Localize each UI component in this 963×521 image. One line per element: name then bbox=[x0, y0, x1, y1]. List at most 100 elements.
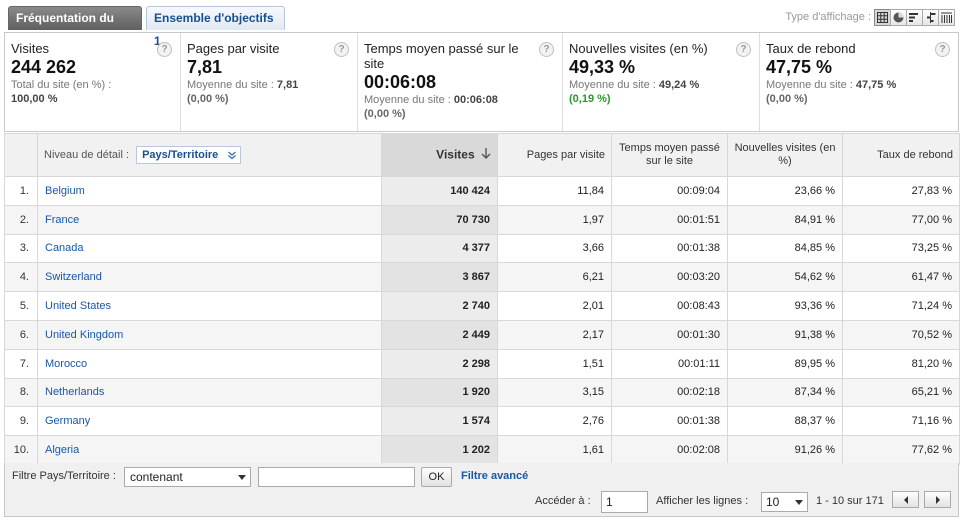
country-link[interactable]: France bbox=[45, 214, 79, 226]
cell-avg-time: 00:01:11 bbox=[611, 348, 728, 379]
country-link[interactable]: Morocco bbox=[45, 358, 87, 370]
goto-input[interactable]: 1 bbox=[601, 491, 648, 513]
country-cell: Germany bbox=[37, 406, 382, 437]
country-link[interactable]: Switzerland bbox=[45, 271, 102, 283]
pivot-view-icon[interactable] bbox=[938, 8, 955, 26]
scorecard-new-visits: Nouvelles visites (en %) 49,33 % Moyenne… bbox=[563, 33, 760, 131]
country-link[interactable]: Algeria bbox=[45, 444, 79, 456]
cell-pages-per-visit: 1,51 bbox=[497, 348, 612, 379]
cell-bounce-rate: 65,21 % bbox=[842, 377, 960, 408]
column-header-label: Visites bbox=[436, 147, 475, 162]
sort-desc-icon bbox=[481, 147, 491, 163]
scorecard-subtitle: Total du site (en %) : bbox=[11, 79, 112, 91]
rows-select[interactable]: 10 bbox=[761, 492, 808, 512]
cell-pages-per-visit: 11,84 bbox=[497, 176, 612, 206]
advanced-filter-link[interactable]: Filtre avancé bbox=[461, 470, 528, 482]
filter-mode-select[interactable]: contenant bbox=[124, 467, 251, 487]
comparison-view-icon[interactable] bbox=[922, 8, 939, 26]
scorecard-value: 00:06:08 bbox=[364, 72, 437, 92]
cell-avg-time: 00:01:51 bbox=[611, 204, 728, 235]
scorecard-title: Visites bbox=[11, 41, 50, 56]
cell-bounce-rate: 77,62 % bbox=[842, 435, 960, 465]
cell-bounce-rate: 70,52 % bbox=[842, 319, 960, 350]
scorecard-subvalue: 47,75 % bbox=[855, 79, 897, 91]
cell-avg-time: 00:01:38 bbox=[611, 406, 728, 437]
cell-new-visits: 89,95 % bbox=[727, 348, 843, 379]
help-icon[interactable]: ? bbox=[157, 42, 172, 57]
help-icon[interactable]: ? bbox=[539, 42, 554, 57]
filter-input[interactable] bbox=[258, 467, 415, 487]
column-header-bounce-rate[interactable]: Taux de rebond bbox=[842, 133, 960, 177]
dimension-select[interactable]: Pays/Territoire bbox=[136, 146, 242, 164]
help-icon[interactable]: ? bbox=[334, 42, 349, 57]
scorecard-value: 7,81 bbox=[187, 57, 223, 77]
row-index: 5. bbox=[4, 291, 38, 321]
row-index: 2. bbox=[4, 204, 38, 235]
tab-site-usage[interactable]: Fréquentation du site bbox=[8, 6, 142, 48]
country-link[interactable]: Netherlands bbox=[45, 386, 104, 398]
scorecard-subvalue: 49,24 % bbox=[658, 79, 700, 91]
table-row: 6. United Kingdom 2 449 2,17 00:01:30 91,38 %… bbox=[4, 319, 960, 350]
index-header bbox=[4, 133, 38, 177]
country-link[interactable]: Germany bbox=[45, 415, 90, 427]
bar-view-icon[interactable] bbox=[906, 8, 923, 26]
cell-new-visits: 91,38 % bbox=[727, 319, 843, 350]
country-link[interactable]: Canada bbox=[45, 242, 84, 254]
view-type-switcher: Type d'affichage : bbox=[785, 7, 955, 27]
tab-bar: Fréquentation du site Ensemble d'objecti… bbox=[0, 0, 963, 48]
rows-select-value: 10 bbox=[766, 495, 780, 509]
country-link[interactable]: United States bbox=[45, 300, 111, 312]
cell-visits: 140 424 bbox=[381, 176, 498, 206]
cell-avg-time: 00:09:04 bbox=[611, 176, 728, 206]
tab-goal-set-1[interactable]: Ensemble d'objectifs 1 bbox=[146, 6, 285, 48]
pie-view-icon[interactable] bbox=[890, 8, 907, 26]
country-cell: United Kingdom bbox=[37, 319, 382, 350]
column-header-pages-per-visit[interactable]: Pages par visite bbox=[497, 133, 612, 177]
row-index: 10. bbox=[4, 435, 38, 465]
cell-bounce-rate: 61,47 % bbox=[842, 262, 960, 293]
cell-visits: 1 574 bbox=[381, 406, 498, 437]
previous-page-button[interactable] bbox=[892, 491, 919, 508]
cell-bounce-rate: 77,00 % bbox=[842, 204, 960, 235]
scorecard-subvalue: 7,81 bbox=[276, 79, 299, 91]
column-header-new-visits[interactable]: Nouvelles visites (en %) bbox=[727, 133, 843, 177]
row-index: 4. bbox=[4, 262, 38, 293]
dimension-header: Niveau de détail : Pays/Territoire bbox=[37, 133, 382, 177]
table-body: 1. Belgium 140 424 11,84 00:09:04 23,66 % 27,8… bbox=[4, 176, 960, 465]
cell-pages-per-visit: 1,61 bbox=[497, 435, 612, 465]
scorecard-title: Nouvelles visites (en %) bbox=[569, 41, 708, 56]
ok-button[interactable]: OK bbox=[421, 467, 452, 487]
column-header-avg-time[interactable]: Temps moyen passé sur le site bbox=[611, 133, 728, 177]
country-cell: France bbox=[37, 204, 382, 235]
scorecard-value: 49,33 % bbox=[569, 57, 636, 77]
cell-visits: 1 920 bbox=[381, 377, 498, 408]
table-row: 2. France 70 730 1,97 00:01:51 84,91 % 77,00 % bbox=[4, 204, 960, 235]
scorecard-visits: Visites 244 262 Total du site (en %) : 1… bbox=[5, 33, 181, 131]
country-link[interactable]: United Kingdom bbox=[45, 329, 123, 341]
help-icon[interactable]: ? bbox=[736, 42, 751, 57]
view-type-label: Type d'affichage : bbox=[785, 11, 871, 23]
country-cell: Canada bbox=[37, 233, 382, 264]
country-link[interactable]: Belgium bbox=[45, 185, 85, 197]
cell-avg-time: 00:02:18 bbox=[611, 377, 728, 408]
next-page-button[interactable] bbox=[924, 491, 951, 508]
scorecard-delta: (0,00 %) bbox=[187, 93, 229, 105]
chevron-left-icon bbox=[903, 495, 908, 504]
scorecard-subvalue: 100,00 % bbox=[11, 93, 58, 105]
dimension-select-value: Pays/Territoire bbox=[142, 148, 219, 161]
cell-new-visits: 87,34 % bbox=[727, 377, 843, 408]
table-row: 5. United States 2 740 2,01 00:08:43 93,36 % 7… bbox=[4, 291, 960, 321]
cell-bounce-rate: 27,83 % bbox=[842, 176, 960, 206]
cell-pages-per-visit: 1,97 bbox=[497, 204, 612, 235]
cell-pages-per-visit: 2,76 bbox=[497, 406, 612, 437]
table-footer: Filtre Pays/Territoire : contenant OK Fi… bbox=[4, 463, 959, 517]
table-view-icon[interactable] bbox=[874, 8, 891, 26]
scorecard-title: Taux de rebond bbox=[766, 41, 856, 56]
column-header-visits[interactable]: Visites bbox=[381, 133, 498, 177]
cell-new-visits: 93,36 % bbox=[727, 291, 843, 321]
scorecard-title: Temps moyen passé sur le site bbox=[364, 41, 519, 71]
cell-pages-per-visit: 6,21 bbox=[497, 262, 612, 293]
country-cell: Switzerland bbox=[37, 262, 382, 293]
help-icon[interactable]: ? bbox=[935, 42, 950, 57]
dimension-label: Niveau de détail : bbox=[44, 148, 129, 161]
